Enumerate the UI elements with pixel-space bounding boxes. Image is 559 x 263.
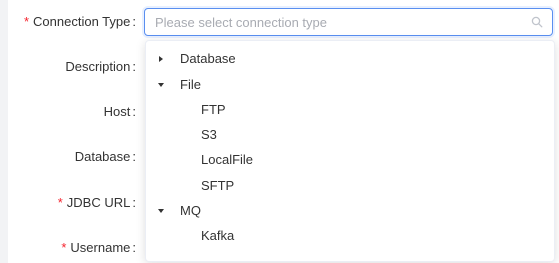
required-mark: * <box>61 240 67 255</box>
connection-type-select[interactable] <box>144 8 553 36</box>
search-icon <box>531 16 543 28</box>
tree-node-localfile[interactable]: LocalFile <box>146 147 554 172</box>
tree-node-database[interactable]: Database <box>146 46 554 71</box>
connection-type-label: * Connection Type: <box>23 14 136 29</box>
tree-node-ftp[interactable]: FTP <box>146 97 554 122</box>
tree-node-sftp[interactable]: SFTP <box>146 173 554 198</box>
jdbc-url-label: * JDBC URL: <box>57 195 136 210</box>
tree-node-mq[interactable]: MQ <box>146 198 554 223</box>
host-label: Host: <box>103 104 136 119</box>
connection-type-search-input[interactable] <box>145 9 535 35</box>
page-left-edge <box>0 0 8 263</box>
tree-node-s3[interactable]: S3 <box>146 122 554 147</box>
caret-right-icon[interactable] <box>156 54 166 64</box>
caret-down-icon[interactable] <box>156 80 166 90</box>
caret-down-icon[interactable] <box>156 206 166 216</box>
required-mark: * <box>23 14 30 29</box>
tree-node-kafka[interactable]: Kafka <box>146 223 554 248</box>
connection-type-dropdown: Database File FTP S3 LocalFile SFTP MQ K… <box>145 40 555 262</box>
required-mark: * <box>57 195 63 210</box>
tree-node-file[interactable]: File <box>146 72 554 97</box>
database-label: Database: <box>74 149 136 164</box>
username-label: * Username: <box>61 240 136 255</box>
description-label: Description: <box>65 59 136 74</box>
